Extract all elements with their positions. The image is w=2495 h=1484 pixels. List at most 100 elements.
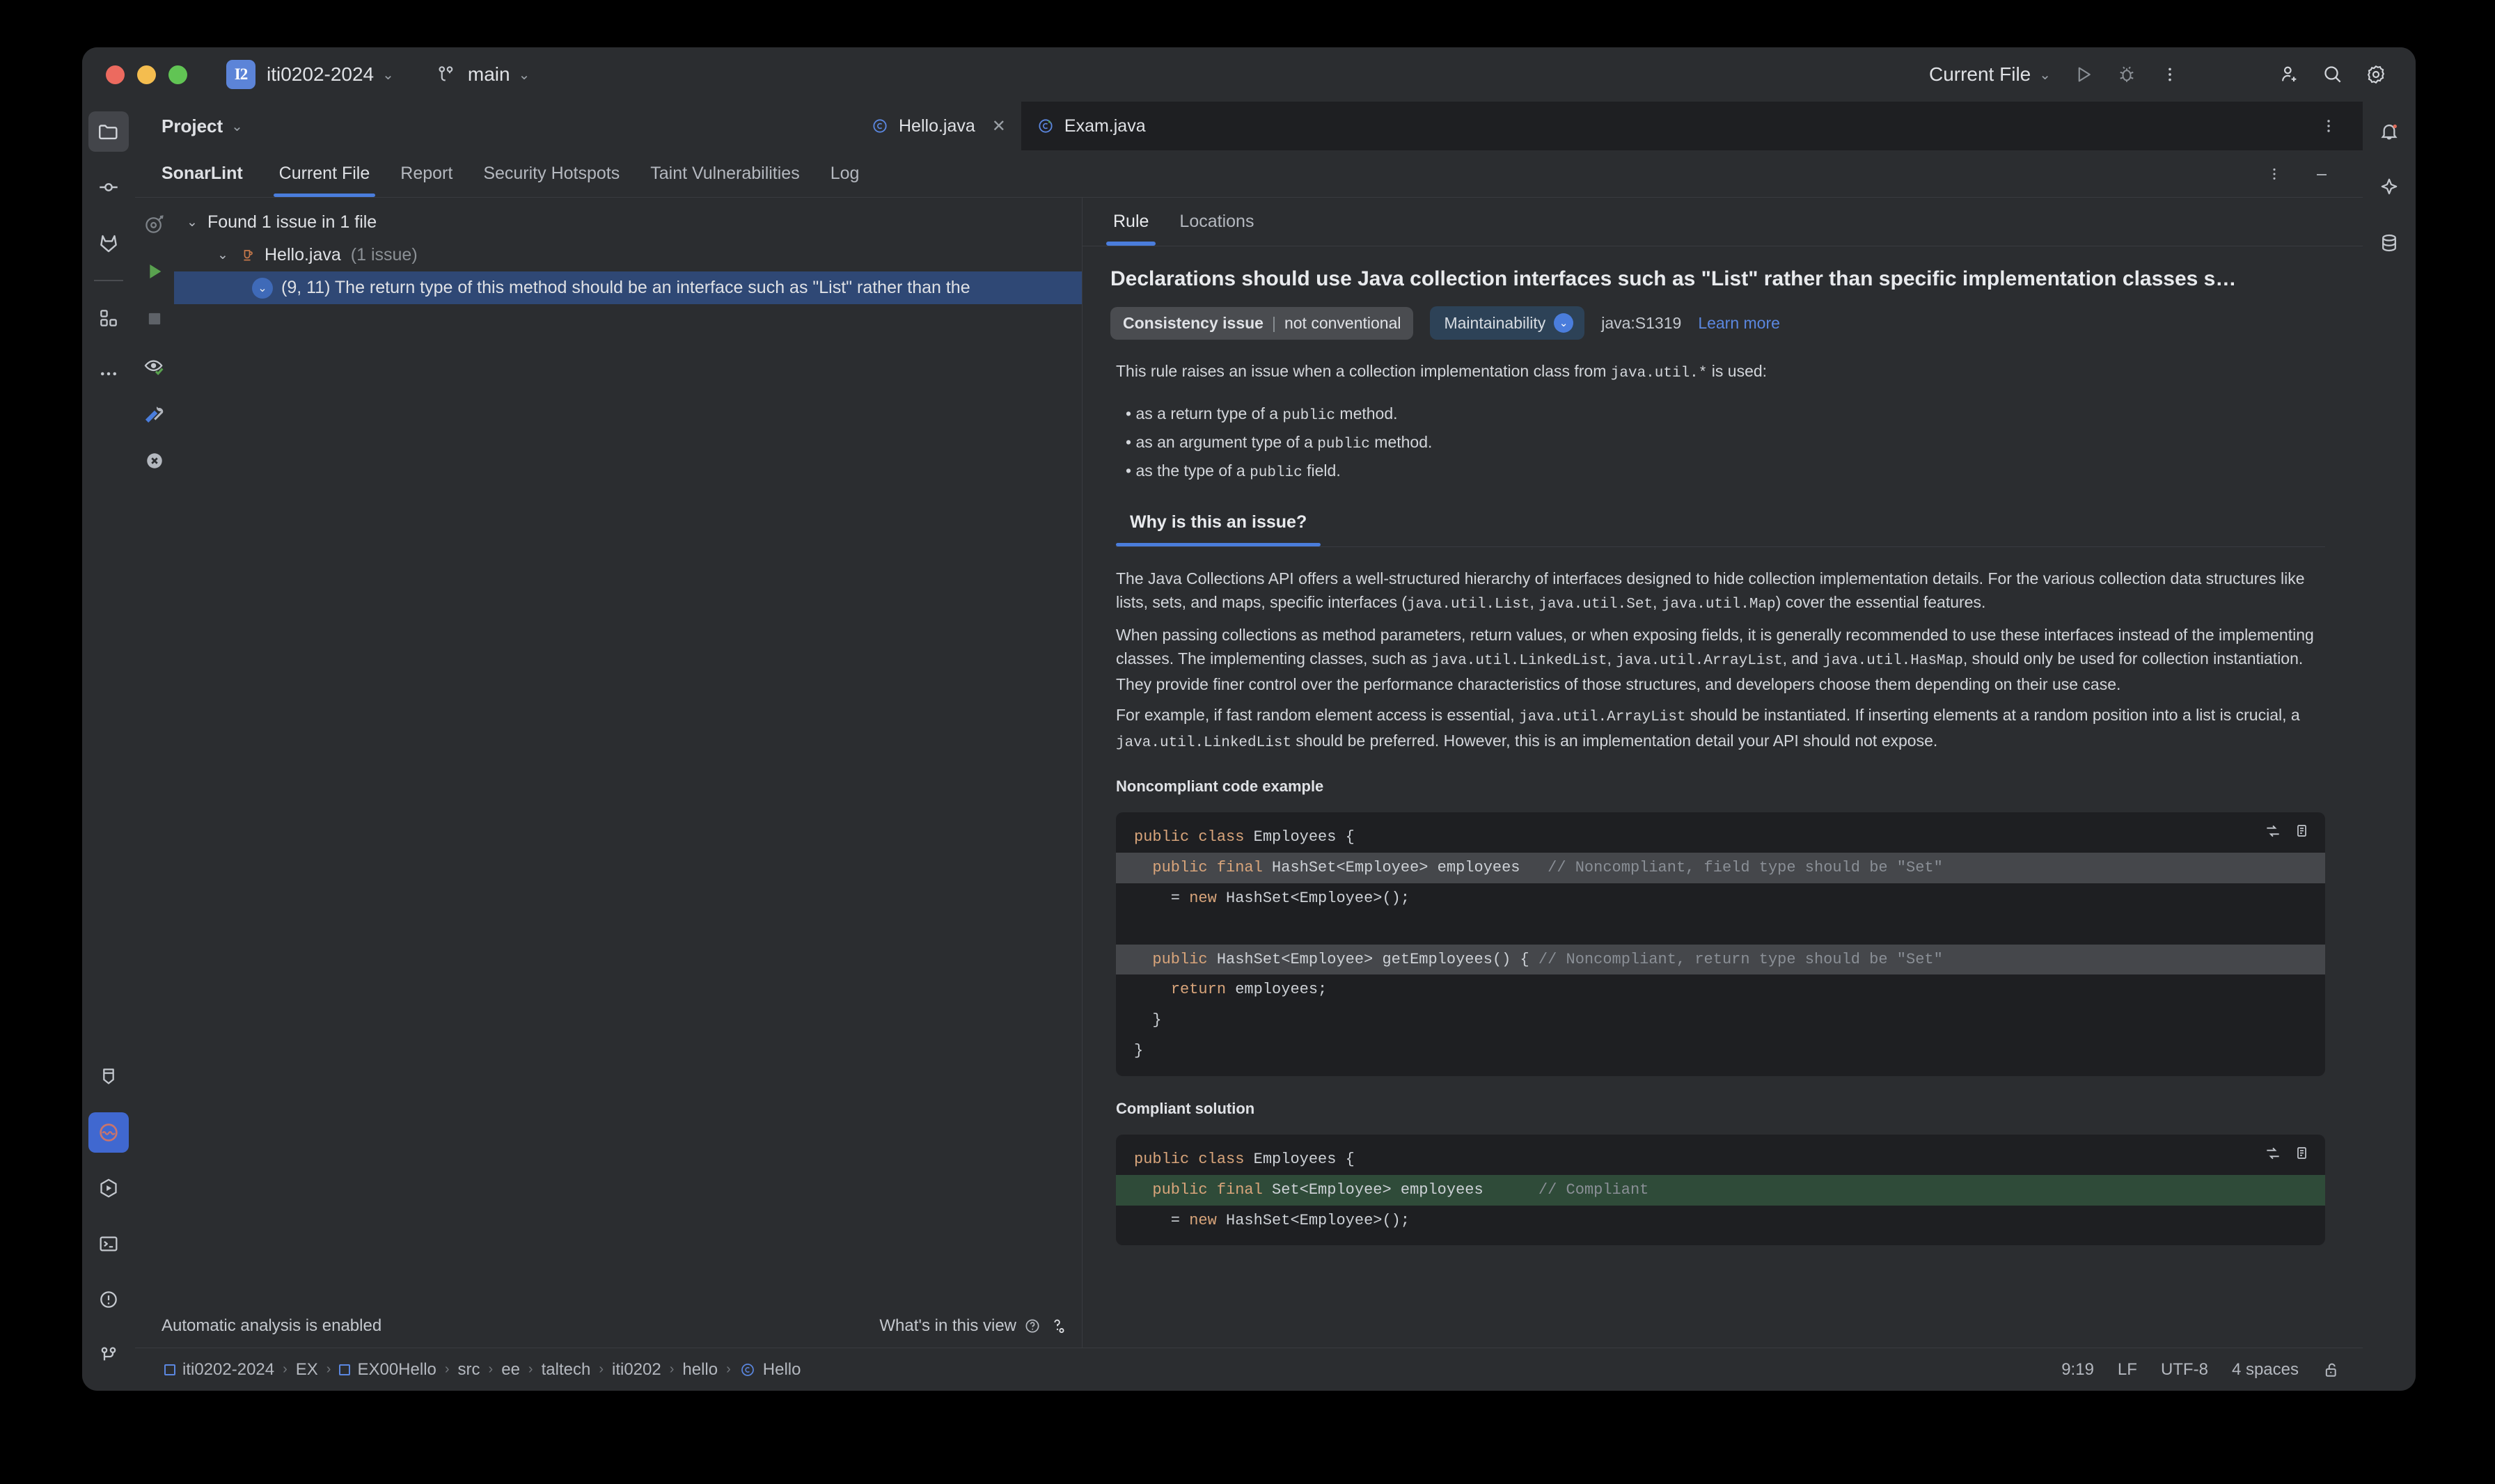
rule-content-scroll[interactable]: Declarations should use Java collection …: [1083, 246, 2363, 1348]
rule-badges: Consistency issue | not conventional Mai…: [1098, 306, 2332, 340]
editor-more-icon[interactable]: [2307, 104, 2350, 148]
help-settings-icon[interactable]: [1048, 1317, 1067, 1335]
play-green-icon[interactable]: [141, 258, 168, 285]
tree-node-issue[interactable]: ⌄ (9, 11) The return type of this method…: [174, 271, 1082, 304]
close-circle-icon[interactable]: [141, 447, 168, 475]
debug-button[interactable]: [2105, 53, 2148, 96]
sidebar-item-commit[interactable]: [88, 167, 129, 207]
project-name[interactable]: iti0202-2024: [267, 63, 374, 86]
tab-taint-vulnerabilities[interactable]: Taint Vulnerabilities: [635, 150, 814, 197]
caret-position[interactable]: 9:19: [2061, 1360, 2094, 1380]
sidebar-item-more[interactable]: [88, 354, 129, 394]
chevron-down-icon[interactable]: ⌄: [252, 278, 273, 299]
add-user-icon[interactable]: [2268, 53, 2311, 96]
project-label: Project: [162, 116, 223, 137]
target-icon[interactable]: [141, 210, 168, 238]
breadcrumb-label: iti0202-2024: [182, 1360, 274, 1380]
copy-icon[interactable]: [2293, 823, 2310, 839]
noncompliant-header: Noncompliant code example: [1116, 777, 2325, 796]
run-button[interactable]: [2062, 53, 2105, 96]
indent-setting[interactable]: 4 spaces: [2232, 1360, 2299, 1380]
sidebar-item-problems[interactable]: [88, 1279, 129, 1320]
sidebar-item-sonarlint[interactable]: [88, 1112, 129, 1153]
tools-icon[interactable]: [141, 400, 168, 427]
breadcrumb-separator: ›: [324, 1361, 334, 1378]
branch-name[interactable]: main: [468, 63, 510, 86]
sidebar-item-notifications[interactable]: [2369, 111, 2409, 152]
copy-icon[interactable]: [2293, 1145, 2310, 1162]
tab-current-file[interactable]: Current File: [264, 150, 386, 197]
breadcrumb-item[interactable]: hello: [677, 1360, 723, 1380]
close-window-button[interactable]: [106, 65, 125, 84]
stop-square-icon[interactable]: [141, 305, 168, 333]
search-icon[interactable]: [2311, 53, 2354, 96]
close-icon[interactable]: ✕: [992, 116, 1006, 136]
editor-tab-exam[interactable]: Exam.java: [1021, 102, 1161, 150]
tree-node-root[interactable]: ⌄ Found 1 issue in 1 file: [174, 206, 1082, 239]
tab-security-hotspots[interactable]: Security Hotspots: [468, 150, 635, 197]
chevron-down-icon[interactable]: ⌄: [217, 247, 238, 263]
line-separator[interactable]: LF: [2118, 1360, 2137, 1380]
tab-report[interactable]: Report: [385, 150, 468, 197]
breadcrumb-item[interactable]: iti0202-2024: [159, 1360, 280, 1380]
tree-node-file[interactable]: ⌄ Hello.java (1 issue): [174, 239, 1082, 271]
breadcrumb-item[interactable]: EX: [290, 1360, 324, 1380]
chevron-down-icon[interactable]: ⌄: [187, 214, 207, 230]
breadcrumb-item[interactable]: ee: [496, 1360, 526, 1380]
chevron-down-icon[interactable]: ⌄: [1554, 313, 1573, 333]
sidebar-item-services[interactable]: [88, 1168, 129, 1208]
eye-check-icon[interactable]: [141, 352, 168, 380]
sidebar-item-bookmarks[interactable]: [88, 1057, 129, 1097]
sidebar-item-database[interactable]: [2369, 223, 2409, 263]
badge-separator: |: [1272, 314, 1276, 333]
rule-body: This rule raises an issue when a collect…: [1098, 359, 2332, 1245]
right-tool-rail: [2363, 102, 2416, 1391]
breadcrumb-item[interactable]: taltech: [536, 1360, 597, 1380]
breadcrumb-item[interactable]: Hello: [734, 1360, 807, 1380]
chevron-down-icon[interactable]: ⌄: [382, 66, 394, 84]
branch-selector[interactable]: main ⌄: [436, 63, 530, 86]
chevron-down-icon[interactable]: ⌄: [519, 66, 530, 84]
unlock-icon[interactable]: [2322, 1360, 2342, 1380]
learn-more-link[interactable]: Learn more: [1698, 314, 1780, 333]
diff-icon[interactable]: [2264, 822, 2282, 840]
code-block-actions: [2264, 1144, 2310, 1162]
tab-locations[interactable]: Locations: [1164, 198, 1269, 246]
sonarlint-tool-window: SonarLint Current File Report Security H…: [135, 150, 2363, 1348]
breadcrumb-item[interactable]: EX00Hello: [333, 1360, 441, 1380]
sidebar-item-ai-assistant[interactable]: [2369, 167, 2409, 207]
breadcrumb-item[interactable]: iti0202: [606, 1360, 667, 1380]
more-actions-button[interactable]: [2148, 53, 2191, 96]
tree-file-label: Hello.java: [265, 245, 341, 265]
quality-label: Maintainability: [1444, 314, 1545, 333]
rule-intro: This rule raises an issue when a collect…: [1116, 359, 2325, 385]
maximize-window-button[interactable]: [168, 65, 187, 84]
diff-icon[interactable]: [2264, 1144, 2282, 1162]
help-icon[interactable]: [1023, 1317, 1041, 1335]
sidebar-item-project[interactable]: [88, 111, 129, 152]
quality-badge[interactable]: Maintainability ⌄: [1430, 306, 1584, 340]
branch-icon: [436, 64, 457, 85]
sidebar-item-gitlab[interactable]: [88, 223, 129, 263]
tab-rule[interactable]: Rule: [1098, 198, 1164, 246]
sidebar-item-version-control[interactable]: [88, 1335, 129, 1375]
file-encoding[interactable]: UTF-8: [2161, 1360, 2208, 1380]
whats-in-this-view-link[interactable]: What's in this view: [879, 1316, 1016, 1336]
left-tool-rail: [82, 102, 135, 1391]
window-controls[interactable]: [106, 65, 187, 84]
editor-tab-hello[interactable]: Hello.java ✕: [856, 102, 1021, 150]
project-tool-header[interactable]: Project ⌄: [135, 102, 856, 150]
minimize-icon[interactable]: [2300, 152, 2343, 196]
tab-why-is-this-an-issue[interactable]: Why is this an issue?: [1116, 512, 1321, 546]
minimize-window-button[interactable]: [137, 65, 156, 84]
run-configuration-selector[interactable]: Current File ⌄: [1907, 63, 2062, 86]
chevron-down-icon[interactable]: ⌄: [231, 118, 243, 135]
sidebar-item-plugins[interactable]: [88, 298, 129, 338]
toolwindow-actions: [2253, 152, 2363, 196]
more-vertical-icon[interactable]: [2253, 152, 2296, 196]
gear-icon[interactable]: [2354, 53, 2398, 96]
tab-log[interactable]: Log: [815, 150, 875, 197]
rule-tab-bar: Rule Locations: [1083, 198, 2363, 246]
breadcrumb-item[interactable]: src: [452, 1360, 486, 1380]
sidebar-item-terminal[interactable]: [88, 1224, 129, 1264]
